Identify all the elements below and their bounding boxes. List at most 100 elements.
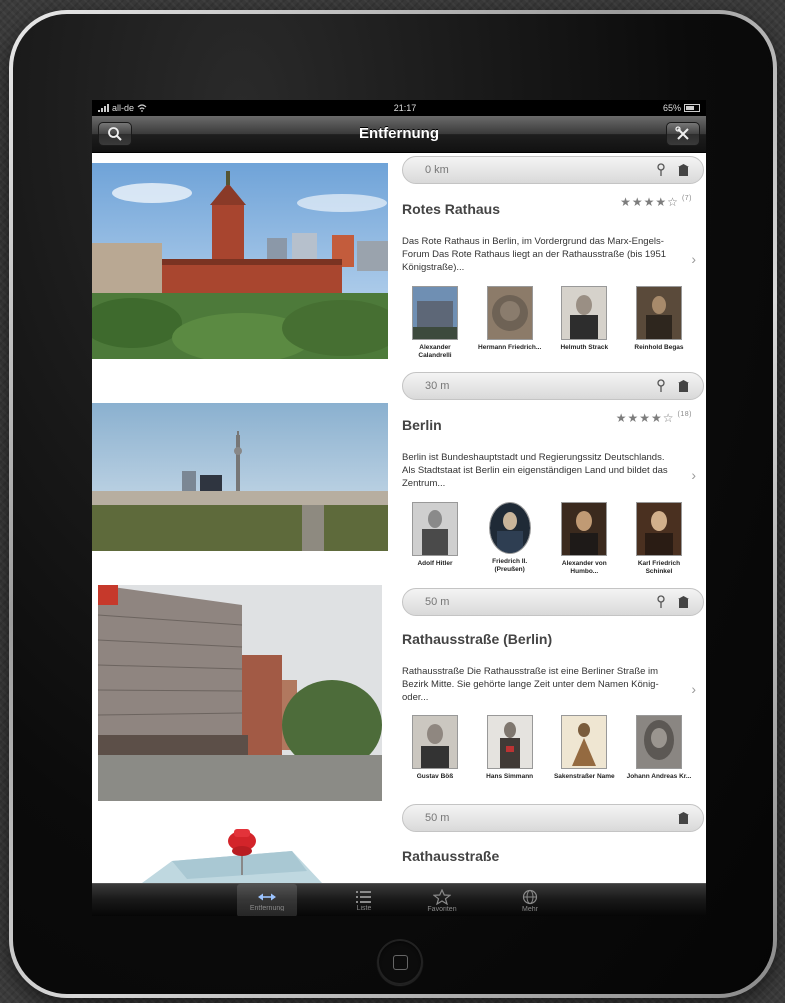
person-thumbnail[interactable]: Hermann Friedrich...: [477, 286, 543, 360]
person-thumbnail[interactable]: Alexander von Humbo...: [551, 502, 617, 576]
person-photo: [561, 286, 608, 340]
list-item[interactable]: 30 m Berlin ★★★★☆ (18) Berlin ist Bundesh…: [92, 369, 706, 585]
person-thumbnail[interactable]: Sakenstraßer Name: [551, 715, 617, 781]
search-icon: [108, 127, 122, 141]
rating-count: (18): [677, 411, 692, 418]
signal-icon: [98, 104, 109, 112]
distance-bar: 30 m: [402, 372, 704, 400]
tab-favoriten[interactable]: Favoriten: [412, 884, 472, 916]
tools-icon: [675, 126, 689, 140]
person-photo: [561, 715, 608, 769]
battery-percent: 65%: [662, 103, 681, 113]
pin-icon[interactable]: [656, 595, 666, 609]
list-item[interactable]: 0 km Rotes Rathaus ★★★★☆ (7) Das Rote Rat…: [92, 153, 706, 369]
person-name: Sakenstraßer Name: [553, 773, 615, 780]
person-name: Gustav Böß: [416, 773, 454, 780]
related-people: Alexander Calandrelli Hermann Friedrich.…: [402, 286, 692, 360]
distance-label: 50 m: [425, 596, 450, 608]
person-name: Adolf Hitler: [417, 560, 453, 567]
tab-label: Entfernung: [249, 905, 285, 911]
distance-label: 0 km: [425, 164, 449, 176]
list-item[interactable]: 50 m Rathausstraße: [92, 801, 706, 883]
battery-icon: [684, 104, 700, 112]
person-thumbnail[interactable]: Adolf Hitler: [402, 502, 468, 576]
distance-label: 30 m: [425, 380, 450, 392]
person-name: Hermann Friedrich...: [478, 344, 542, 351]
related-people: Adolf Hitler Friedrich II. (Preußen) Ale…: [402, 502, 692, 576]
tab-label: Favoriten: [427, 906, 457, 912]
building-icon[interactable]: [678, 164, 689, 176]
tab-entfernung[interactable]: Entfernung: [237, 884, 297, 916]
rating: ★★★★☆ (7): [620, 195, 692, 209]
person-name: Johann Andreas Kr...: [626, 773, 692, 780]
person-photo: [635, 502, 682, 556]
wifi-icon: [137, 104, 147, 112]
person-thumbnail[interactable]: Alexander Calandrelli: [402, 286, 468, 360]
globe-icon: [522, 889, 538, 905]
person-photo: [488, 502, 531, 554]
chevron-right-icon[interactable]: ›: [691, 467, 696, 483]
distance-label: 50 m: [425, 812, 450, 824]
tools-button[interactable]: [666, 122, 700, 146]
person-photo: [635, 286, 682, 340]
tab-label: Mehr: [522, 906, 538, 912]
person-thumbnail[interactable]: Johann Andreas Kr...: [626, 715, 692, 781]
tab-liste[interactable]: Liste: [334, 884, 394, 916]
clock: 21:17: [393, 103, 417, 113]
tab-mehr[interactable]: Mehr: [500, 884, 560, 916]
place-title: Rathausstraße: [402, 848, 500, 864]
person-thumbnail[interactable]: Reinhold Begas: [626, 286, 692, 360]
person-name: Friedrich II. (Preußen): [492, 558, 528, 573]
distance-bar: 50 m: [402, 588, 704, 616]
place-description: Berlin ist Bundeshauptstadt und Regierun…: [402, 452, 668, 489]
place-title: Rathausstraße (Berlin): [402, 631, 553, 647]
place-photo: [92, 163, 388, 359]
tab-label: Liste: [356, 905, 372, 911]
person-photo: [412, 286, 458, 340]
pin-icon[interactable]: [656, 163, 666, 177]
person-name: Karl Friedrich Schinkel: [637, 560, 681, 575]
places-list: 0 km Rotes Rathaus ★★★★☆ (7) Das Rote Rat…: [92, 153, 706, 883]
person-photo: [412, 502, 458, 556]
building-icon[interactable]: [678, 596, 689, 608]
navigation-bar: Entfernung: [92, 116, 706, 153]
chevron-right-icon[interactable]: ›: [691, 681, 696, 697]
home-square-icon: [392, 954, 408, 970]
person-name: Helmuth Strack: [560, 344, 609, 351]
carrier-label: all-de: [112, 103, 135, 113]
status-bar: all-de 21:17 65%: [92, 100, 706, 116]
page-title: Entfernung: [359, 125, 439, 142]
person-thumbnail[interactable]: Friedrich II. (Preußen): [477, 502, 543, 576]
building-icon[interactable]: [678, 380, 689, 392]
star-icon: [433, 889, 451, 905]
building-icon[interactable]: [678, 812, 689, 824]
person-name: Hans Simmann: [486, 773, 534, 780]
search-button[interactable]: [98, 122, 132, 146]
person-photo: [412, 715, 458, 769]
chevron-right-icon[interactable]: ›: [691, 251, 696, 267]
person-photo: [486, 715, 533, 769]
tab-bar: Entfernung Liste Favoriten Mehr: [92, 883, 706, 916]
place-photo: [92, 821, 388, 883]
related-people: Gustav Böß Hans Simmann Sakenstraßer Nam…: [402, 715, 692, 781]
app-screen: all-de 21:17 65% Entfernung 0 km Rotes R…: [92, 100, 706, 916]
person-photo: [635, 715, 682, 769]
person-thumbnail[interactable]: Karl Friedrich Schinkel: [626, 502, 692, 576]
person-thumbnail[interactable]: Gustav Böß: [402, 715, 468, 781]
person-name: Reinhold Begas: [634, 344, 684, 351]
list-item[interactable]: 50 m Rathausstraße (Berlin) Rathausstraß…: [92, 585, 706, 801]
person-thumbnail[interactable]: Hans Simmann: [477, 715, 543, 781]
person-name: Alexander von Humbo...: [561, 560, 607, 575]
home-button[interactable]: [377, 939, 423, 985]
place-photo: [92, 585, 388, 801]
place-description: Das Rote Rathaus in Berlin, im Vordergru…: [402, 236, 667, 273]
person-photo: [486, 286, 533, 340]
pin-icon[interactable]: [656, 379, 666, 393]
place-description: Rathausstraße Die Rathausstraße ist eine…: [402, 666, 659, 703]
distance-bar: 0 km: [402, 156, 704, 184]
distance-bar: 50 m: [402, 804, 704, 832]
rating-stars: ★★★★☆: [615, 411, 675, 425]
arrows-icon: [258, 893, 276, 901]
list-icon: [356, 891, 371, 903]
person-thumbnail[interactable]: Helmuth Strack: [551, 286, 617, 360]
